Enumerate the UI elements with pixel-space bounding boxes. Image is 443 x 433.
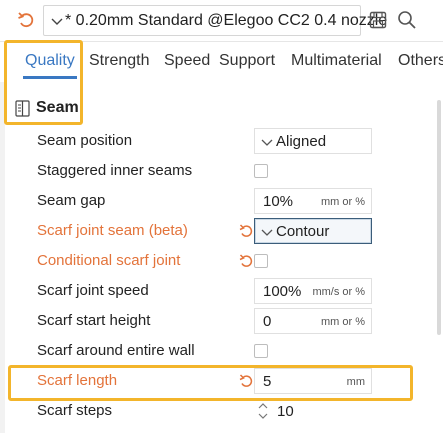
tab-support[interactable]: Support xyxy=(219,52,275,70)
preset-bar: * 0.20mm Standard @Elegoo CC2 0.4 nozzle xyxy=(0,0,443,42)
reset-icon[interactable] xyxy=(238,223,254,239)
scrollbar[interactable] xyxy=(437,100,441,335)
chevron-down-icon xyxy=(261,229,273,236)
chevron-down-icon xyxy=(261,139,273,146)
staggered-seams-checkbox[interactable] xyxy=(254,164,268,178)
seam-gap-label: Seam gap xyxy=(37,192,106,209)
spin-arrows-icon[interactable] xyxy=(258,401,268,421)
tab-strength[interactable]: Strength xyxy=(89,52,149,70)
conditional-scarf-label: Conditional scarf joint xyxy=(37,252,181,269)
scarf-start-height-label: Scarf start height xyxy=(37,312,151,329)
tab-speed[interactable]: Speed xyxy=(164,52,210,70)
preset-dropdown[interactable]: * 0.20mm Standard @Elegoo CC2 0.4 nozzle xyxy=(43,5,387,36)
search-icon[interactable] xyxy=(397,10,417,30)
scarf-length-highlight xyxy=(8,365,413,401)
settings-panel: * 0.20mm Standard @Elegoo CC2 0.4 nozzle… xyxy=(0,0,443,433)
staggered-seams-label: Staggered inner seams xyxy=(37,162,193,179)
scarf-speed-input[interactable]: 100% mm/s or % xyxy=(254,278,372,304)
reset-icon[interactable] xyxy=(238,253,254,269)
scarf-steps-value: 10 xyxy=(277,403,294,420)
chevron-down-icon xyxy=(51,18,63,25)
scarf-steps-input[interactable]: 10 xyxy=(268,398,372,424)
scarf-speed-unit: mm/s or % xyxy=(312,286,365,298)
scarf-speed-value: 100% xyxy=(263,283,302,300)
scarf-start-height-value: 0 xyxy=(263,313,272,330)
side-gutter xyxy=(0,82,5,433)
undo-icon[interactable] xyxy=(16,10,36,30)
preset-name: * 0.20mm Standard @Elegoo CC2 0.4 nozzle xyxy=(65,12,388,29)
save-icon[interactable] xyxy=(369,11,387,29)
seam-gap-value: 10% xyxy=(263,193,294,210)
seam-position-value: Aligned xyxy=(276,133,327,150)
scarf-joint-seam-label: Scarf joint seam (beta) xyxy=(37,222,188,239)
quality-seam-highlight xyxy=(4,40,83,125)
seam-position-label: Seam position xyxy=(37,132,133,149)
scarf-speed-label: Scarf joint speed xyxy=(37,282,149,299)
scarf-start-height-input[interactable]: 0 mm or % xyxy=(254,308,372,334)
seam-gap-unit: mm or % xyxy=(321,196,365,208)
scarf-joint-seam-value: Contour xyxy=(276,223,330,240)
conditional-scarf-checkbox[interactable] xyxy=(254,254,268,268)
scarf-entire-wall-checkbox[interactable] xyxy=(254,344,268,358)
scarf-joint-seam-select[interactable]: Contour xyxy=(254,218,372,244)
tab-others[interactable]: Others xyxy=(398,52,443,70)
scarf-steps-label: Scarf steps xyxy=(37,402,113,419)
scarf-start-height-unit: mm or % xyxy=(321,316,365,328)
scarf-entire-wall-label: Scarf around entire wall xyxy=(37,342,195,359)
seam-position-select[interactable]: Aligned xyxy=(254,128,372,154)
seam-gap-input[interactable]: 10% mm or % xyxy=(254,188,372,214)
tab-multimaterial[interactable]: Multimaterial xyxy=(291,52,382,70)
